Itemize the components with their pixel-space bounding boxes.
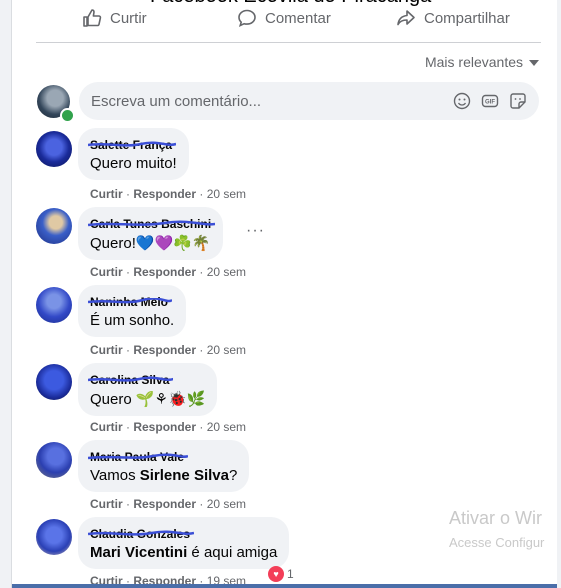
reply-link[interactable]: Responder xyxy=(133,497,196,511)
reaction-count[interactable]: ♥ 1 xyxy=(268,566,294,582)
redaction-scribble xyxy=(88,141,177,147)
redaction-scribble xyxy=(88,220,216,227)
svg-text:GIF: GIF xyxy=(485,100,495,106)
mention-link[interactable]: Sirlene Silva xyxy=(140,467,229,484)
commenter-name[interactable]: Carolina Silva xyxy=(88,373,174,387)
comment-meta: Curtir · Responder · 20 sem xyxy=(90,497,247,511)
avatar[interactable] xyxy=(36,287,72,323)
timestamp[interactable]: 20 sem xyxy=(207,497,246,511)
reply-link[interactable]: Responder xyxy=(133,265,196,279)
right-border xyxy=(557,0,561,588)
redaction-scribble xyxy=(88,453,189,460)
comment-meta: Curtir · Responder · 20 sem xyxy=(90,420,247,434)
comment-text: É um sonho. xyxy=(90,312,175,329)
sort-label: Mais relevantes xyxy=(424,54,523,70)
like-button[interactable]: Curtir xyxy=(82,8,147,28)
share-arrow-icon xyxy=(397,10,415,26)
comment-text: Mari Vicentini é aqui amiga xyxy=(90,544,278,561)
mention-link[interactable]: Mari Vicentini xyxy=(90,544,187,561)
caret-down-icon xyxy=(529,60,539,66)
timestamp[interactable]: 20 sem xyxy=(207,265,246,279)
share-button[interactable]: Compartilhar xyxy=(396,8,510,28)
taskbar-edge xyxy=(12,584,557,588)
left-border xyxy=(0,0,12,588)
avatar[interactable] xyxy=(36,131,72,167)
comment-bubble-icon xyxy=(238,9,256,27)
avatar[interactable] xyxy=(36,442,72,478)
like-link[interactable]: Curtir xyxy=(90,497,123,511)
share-label: Compartilhar xyxy=(424,9,510,27)
commenter-name[interactable]: Salette França xyxy=(88,138,177,152)
avatar[interactable] xyxy=(36,208,72,244)
comment-bubble: Carolina Silva Quero 🌱⚘🐞🌿 xyxy=(78,363,218,416)
comment-bubble: Salette França Quero muito! xyxy=(78,128,189,180)
reply-link[interactable]: Responder xyxy=(133,187,196,201)
comment-text: Quero 🌱⚘🐞🌿 xyxy=(90,391,206,408)
comment-bubble: Naninha Melo É um sonho. xyxy=(78,285,187,337)
like-link[interactable]: Curtir xyxy=(90,187,123,201)
redaction-scribble xyxy=(88,530,195,536)
comment-meta: Curtir · Responder · 20 sem xyxy=(90,343,247,357)
more-options-icon[interactable]: ··· xyxy=(246,222,265,240)
emoji-icon[interactable] xyxy=(453,92,471,110)
reply-link[interactable]: Responder xyxy=(133,420,196,434)
comment-bubble: Maria Paula Vale Vamos Sirlene Silva? xyxy=(78,440,250,492)
love-reaction-icon: ♥ xyxy=(268,566,284,582)
timestamp[interactable]: 20 sem xyxy=(207,187,246,201)
comment-label: Comentar xyxy=(265,9,331,27)
timestamp[interactable]: 20 sem xyxy=(207,343,246,357)
gif-icon[interactable]: GIF xyxy=(481,92,499,110)
redaction-scribble xyxy=(88,376,174,382)
comment-text: Quero!💙💜☘️🌴 xyxy=(90,235,211,252)
like-link[interactable]: Curtir xyxy=(90,265,123,279)
windows-activation-watermark: Ativar o Wir Acesse Configur xyxy=(449,508,545,550)
commenter-name[interactable]: Maria Paula Vale xyxy=(88,450,189,464)
like-link[interactable]: Curtir xyxy=(90,420,123,434)
sticker-icon[interactable] xyxy=(509,92,527,110)
comment-bubble: Carla Tunes Baschini Quero!💙💜☘️🌴 xyxy=(78,207,224,260)
divider xyxy=(36,42,541,43)
comment-button[interactable]: Comentar xyxy=(237,8,331,28)
comment-text: Vamos Sirlene Silva? xyxy=(90,467,238,484)
thumbs-up-icon xyxy=(83,9,102,27)
avatar[interactable] xyxy=(36,519,72,555)
like-label: Curtir xyxy=(110,9,147,27)
comment-bubble: Claudia Gonzales Mari Vicentini é aqui a… xyxy=(78,517,290,569)
comment-input[interactable]: Escreva um comentário... GIF xyxy=(79,82,539,120)
timestamp[interactable]: 20 sem xyxy=(207,420,246,434)
post-actions-bar: Curtir Comentar Compartilhar xyxy=(0,0,561,42)
like-link[interactable]: Curtir xyxy=(90,343,123,357)
sort-dropdown[interactable]: Mais relevantes xyxy=(425,54,539,70)
avatar[interactable] xyxy=(36,364,72,400)
commenter-name[interactable]: Carla Tunes Baschini xyxy=(88,217,216,231)
commenter-name[interactable]: Claudia Gonzales xyxy=(88,527,195,541)
comment-text: Quero muito! xyxy=(90,155,177,172)
commenter-name[interactable]: Naninha Melo xyxy=(88,295,173,309)
online-status-dot xyxy=(60,108,75,123)
comment-meta: Curtir · Responder · 20 sem xyxy=(90,265,247,279)
redaction-scribble xyxy=(88,298,173,304)
comment-input-placeholder: Escreva um comentário... xyxy=(91,92,262,110)
comment-meta: Curtir · Responder · 20 sem xyxy=(90,187,247,201)
reply-link[interactable]: Responder xyxy=(133,343,196,357)
